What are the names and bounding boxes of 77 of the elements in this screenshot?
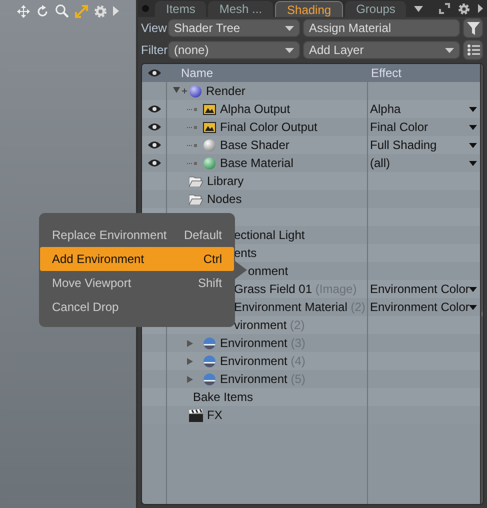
move-icon[interactable] bbox=[17, 4, 30, 18]
tree-item[interactable]: Base Material bbox=[220, 156, 294, 170]
effect-dropdown[interactable]: Alpha bbox=[368, 102, 480, 116]
sphere-icon bbox=[203, 336, 216, 350]
tree-item[interactable]: Base Shader bbox=[220, 138, 290, 152]
eye-icon[interactable] bbox=[148, 141, 160, 149]
column-header[interactable]: Effect bbox=[368, 66, 402, 80]
sphere-icon bbox=[203, 372, 216, 386]
tree-item[interactable]: ents bbox=[234, 246, 257, 260]
caret-icon bbox=[469, 304, 478, 310]
collapsed-arrow-icon[interactable] bbox=[187, 358, 193, 364]
folder-icon bbox=[189, 194, 203, 204]
tab[interactable]: Shading bbox=[275, 1, 344, 17]
caret-icon bbox=[469, 106, 478, 112]
filter-label: Filter bbox=[141, 43, 165, 57]
sphere-icon bbox=[203, 354, 216, 368]
collapsed-arrow-icon[interactable] bbox=[187, 376, 193, 382]
tree-item[interactable]: FX bbox=[207, 408, 222, 422]
caret-icon[interactable] bbox=[414, 6, 424, 12]
view-label: View bbox=[141, 21, 165, 35]
menu-item[interactable]: Add Environment Ctrl bbox=[40, 247, 234, 271]
tree-item[interactable]: Bake Items bbox=[193, 390, 254, 404]
search-icon[interactable] bbox=[55, 4, 69, 18]
tree-line bbox=[187, 162, 197, 164]
tree-line bbox=[187, 108, 197, 110]
tab[interactable]: Items bbox=[155, 1, 206, 17]
tree-item[interactable]: onment bbox=[248, 264, 288, 278]
collapsed-arrow-icon[interactable] bbox=[187, 340, 193, 346]
tree-item[interactable]: Library bbox=[207, 174, 244, 188]
tree-item[interactable]: Final Color Output bbox=[220, 120, 318, 134]
tab[interactable]: Mesh ... bbox=[208, 1, 274, 17]
caret-icon bbox=[469, 160, 478, 166]
panel-dot-icon bbox=[142, 5, 149, 12]
arrow-right-icon[interactable] bbox=[478, 4, 483, 13]
list-icon[interactable] bbox=[463, 40, 483, 60]
effect-dropdown[interactable]: Environment Color bbox=[368, 300, 480, 314]
sphere-icon bbox=[203, 138, 216, 152]
sphere-icon bbox=[203, 156, 216, 170]
caret-icon bbox=[469, 124, 478, 130]
eye-icon bbox=[148, 69, 160, 77]
settings-icon[interactable] bbox=[458, 2, 470, 14]
expanded-arrow-icon[interactable] bbox=[173, 87, 187, 95]
tree-item[interactable]: Render bbox=[206, 84, 246, 98]
eye-icon[interactable] bbox=[148, 159, 160, 167]
assign-material-button[interactable]: Assign Material bbox=[303, 19, 460, 37]
view-dropdown[interactable]: Shader Tree bbox=[168, 19, 300, 37]
tree-item[interactable]: Nodes bbox=[207, 192, 242, 206]
effect-dropdown[interactable]: Final Color bbox=[368, 120, 480, 134]
caret-icon bbox=[285, 26, 294, 30]
menu-item[interactable]: Replace Environment Default bbox=[39, 223, 235, 247]
add-layer-dropdown[interactable]: Add Layer bbox=[303, 41, 460, 59]
image-icon bbox=[203, 104, 216, 114]
caret-icon bbox=[469, 286, 478, 292]
eye-icon[interactable] bbox=[148, 105, 160, 113]
tree-line bbox=[187, 126, 197, 128]
tab[interactable]: Groups bbox=[345, 1, 406, 17]
folder-icon bbox=[189, 176, 203, 186]
caret-icon bbox=[445, 48, 454, 52]
filter-icon[interactable] bbox=[463, 18, 483, 38]
rotate-icon[interactable] bbox=[36, 4, 49, 18]
caret-icon bbox=[469, 142, 478, 148]
effect-dropdown[interactable]: (all) bbox=[368, 156, 480, 170]
effect-dropdown[interactable]: Environment Color bbox=[368, 282, 480, 296]
caret-icon bbox=[285, 48, 294, 52]
filter-dropdown[interactable]: (none) bbox=[168, 41, 300, 59]
menu-item[interactable]: Cancel Drop bbox=[39, 295, 235, 319]
column-header[interactable]: Name bbox=[167, 66, 214, 80]
image-icon bbox=[203, 122, 216, 132]
eye-icon[interactable] bbox=[148, 123, 160, 131]
tree-item[interactable]: ectional Light bbox=[234, 228, 305, 242]
clapperboard-icon bbox=[189, 408, 203, 422]
tree-item[interactable]: Alpha Output bbox=[220, 102, 290, 116]
maximize-icon[interactable] bbox=[439, 3, 450, 14]
tree-line bbox=[187, 144, 197, 146]
effect-dropdown[interactable]: Full Shading bbox=[368, 138, 480, 152]
menu-item[interactable]: Move Viewport Shift bbox=[39, 271, 235, 295]
sphere-icon bbox=[189, 84, 202, 98]
